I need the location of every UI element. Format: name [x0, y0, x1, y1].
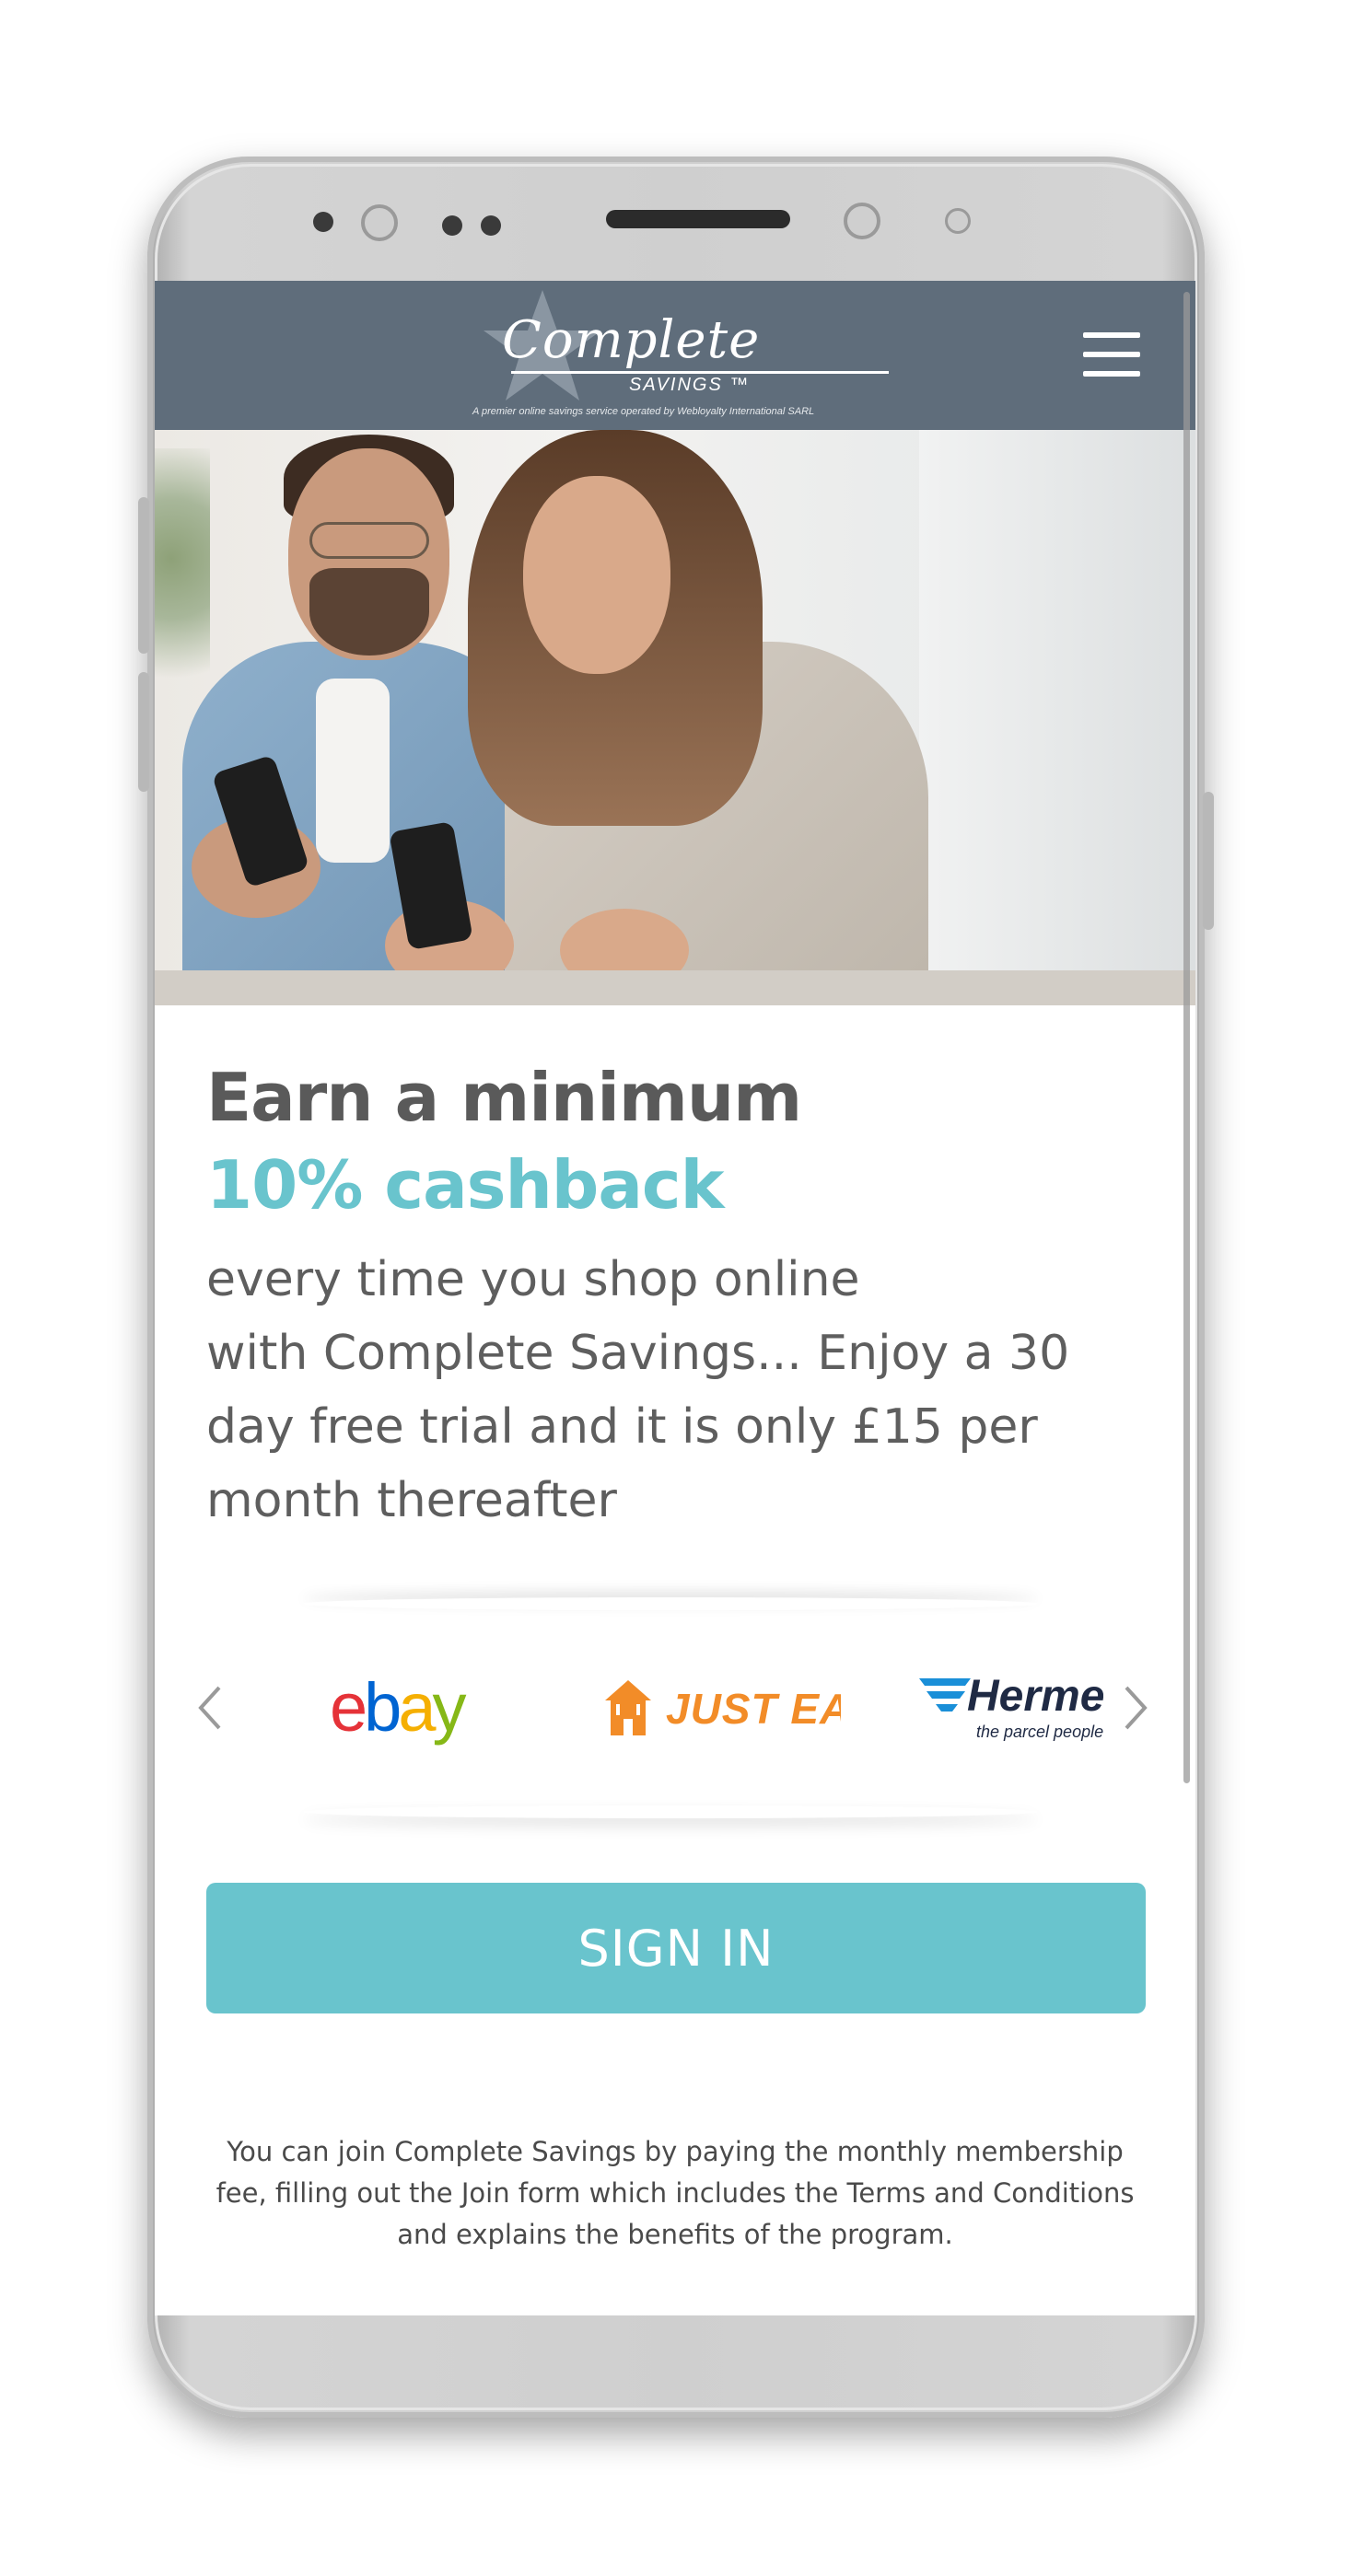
carousel-prev-button[interactable]	[192, 1680, 228, 1735]
offer-description: every time you shop online with Complete…	[206, 1243, 1127, 1537]
volume-up-button	[138, 497, 149, 654]
hermes-tagline: the parcel people	[976, 1723, 1103, 1741]
sensor-dot	[313, 212, 333, 232]
logo-script: Complete	[502, 310, 761, 370]
sensor-dot	[442, 215, 462, 236]
front-camera	[361, 204, 398, 241]
house-icon	[605, 1680, 651, 1735]
light-sensor	[945, 208, 971, 234]
sign-in-button[interactable]: SIGN IN	[206, 1883, 1146, 2013]
brand-hermes[interactable]: Herme the parcel people	[919, 1662, 1103, 1754]
offer-line: every time you shop online	[206, 1252, 860, 1307]
proximity-sensor	[844, 203, 880, 239]
sensor-dot	[481, 215, 501, 236]
headline-cashback: 10% cashback	[206, 1146, 724, 1224]
site-header: Complete SAVINGS ™ A premier online savi…	[155, 281, 1195, 430]
earpiece-speaker	[606, 210, 790, 228]
phone-screen: Complete SAVINGS ™ A premier online savi…	[155, 281, 1195, 2315]
brand-just-eat[interactable]: JUST EAT	[601, 1662, 841, 1754]
headline-line-1: Earn a minimum	[206, 1059, 802, 1136]
ebay-letter-a: a	[398, 1669, 436, 1746]
logo-savings: SAVINGS ™	[629, 375, 751, 395]
offer-line: month thereafter	[206, 1473, 617, 1528]
hero-image	[155, 430, 1195, 1005]
hermes-wordmark: Herme	[967, 1672, 1103, 1721]
menu-icon	[1083, 332, 1140, 377]
brand-ebay[interactable]: ebay	[330, 1662, 495, 1754]
carousel-next-button[interactable]	[1117, 1680, 1154, 1735]
menu-button[interactable]	[1083, 332, 1140, 380]
power-button	[1203, 792, 1214, 930]
logo-tagline: A premier online savings service operate…	[472, 406, 815, 417]
ebay-letter-y: y	[432, 1669, 466, 1746]
hermes-stripes-icon	[919, 1678, 971, 1712]
membership-note: You can join Complete Savings by paying …	[216, 2136, 1135, 2250]
volume-down-button	[138, 672, 149, 792]
chevron-right-icon	[1125, 1686, 1148, 1730]
ebay-letter-e: e	[330, 1669, 367, 1746]
logo-underline	[511, 371, 889, 374]
offer-line: with Complete Savings... Enjoy a 30	[206, 1326, 1070, 1381]
brand-carousel: ebay JUST EAT Herme the parcel people	[155, 1597, 1195, 1818]
chevron-left-icon	[198, 1686, 221, 1730]
offer-line: day free trial and it is only £15 per	[206, 1399, 1038, 1455]
page-scrollbar[interactable]	[1183, 292, 1190, 1783]
just-eat-wordmark: JUST EAT	[666, 1685, 841, 1733]
complete-savings-logo[interactable]: Complete SAVINGS ™ A premier online savi…	[472, 283, 889, 425]
ebay-letter-b: b	[364, 1669, 402, 1746]
